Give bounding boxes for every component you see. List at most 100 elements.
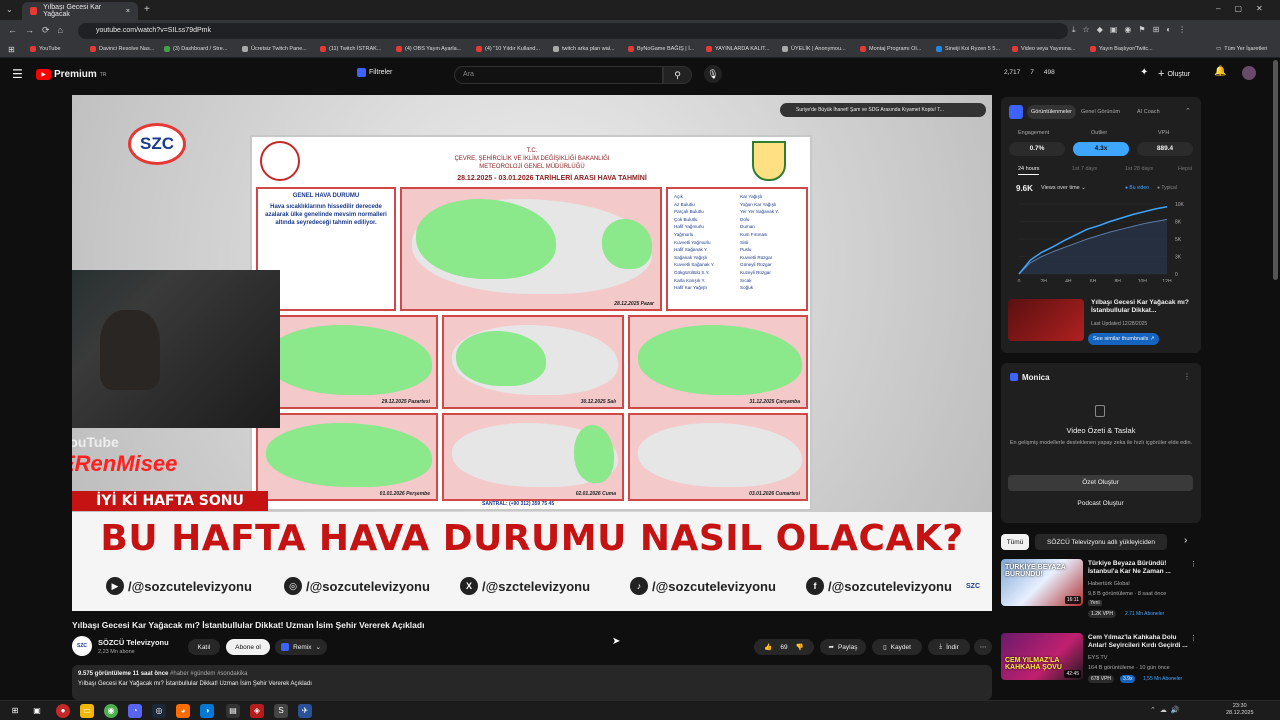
bookmark-item[interactable]: YAYINLARDA KALIT...	[706, 46, 770, 52]
podcast-button[interactable]: Podcast Oluştur	[1008, 496, 1193, 512]
like-dislike-group[interactable]: 👍 69 👎	[754, 639, 814, 655]
bookmark-icon: ▯	[883, 644, 887, 651]
chrome-icon[interactable]: ◉	[104, 704, 118, 718]
bookmark-item[interactable]: (11) Twitch İSTRAK...	[320, 46, 381, 52]
discord-icon[interactable]: ◔	[128, 704, 142, 718]
windows-start-icon[interactable]: ⊞	[8, 704, 22, 718]
share-button[interactable]: ➦ Paylaş	[820, 639, 866, 655]
dislike-icon[interactable]: 👎	[796, 643, 804, 651]
menu-icon[interactable]: ☰	[12, 67, 23, 81]
summary-button[interactable]: Özet Oluştur	[1008, 475, 1193, 491]
avatar[interactable]	[1242, 66, 1256, 80]
url-field[interactable]: youtube.com/watch?v=SILss79dPmk	[78, 23, 1068, 39]
bell-icon[interactable]: 🔔	[1214, 66, 1226, 77]
bookmark-item[interactable]: ÜYELİK | Anonymou...	[782, 46, 846, 52]
filters-button[interactable]: Filtreler	[357, 68, 392, 77]
edge-icon[interactable]: ◑	[200, 704, 214, 718]
range-7d[interactable]: 1st 7 days	[1072, 166, 1097, 172]
extension-icons[interactable]: ⤓☆◆▣◉⚑⊞◐⋮	[1072, 25, 1193, 35]
bookmark-item[interactable]: ByNoGame BAĞIŞ | İ...	[628, 46, 694, 52]
more-icon[interactable]: ⋮	[1183, 372, 1191, 381]
collapse-icon[interactable]: ⌃	[1185, 107, 1191, 115]
document-icon	[1095, 405, 1105, 417]
clock[interactable]: 23:30 28.12.2025	[1226, 703, 1254, 717]
bookmark-item[interactable]: Yayın Başlıyor/Twitc...	[1090, 46, 1153, 52]
new-tab-icon[interactable]: +	[144, 4, 150, 15]
join-button[interactable]: Katıl	[188, 639, 220, 655]
range-24h[interactable]: 24 hours	[1018, 166, 1040, 175]
bookmark-item[interactable]: (4) "10 Yıldır Kulland...	[476, 46, 540, 52]
taskview-icon[interactable]: ▣	[30, 704, 44, 718]
range-all[interactable]: Hepsi	[1178, 166, 1192, 172]
all-bookmarks[interactable]: ▭ Tüm Yer İşaretleri	[1216, 46, 1267, 52]
firefox-icon[interactable]: ◕	[176, 704, 190, 718]
extension-icon[interactable]: ✦	[1140, 67, 1148, 78]
map-precip-area	[266, 423, 432, 487]
tab-views[interactable]: Görüntülenmeler	[1027, 105, 1076, 119]
chart-dropdown[interactable]: Views over time ⌄	[1041, 185, 1086, 191]
steam-icon[interactable]: ◎	[152, 704, 166, 718]
page-scrollbar[interactable]	[1273, 60, 1278, 280]
search-input[interactable]: Ara	[454, 66, 663, 84]
bookmark-item[interactable]: Video veya Yayınına...	[1012, 46, 1075, 52]
channel-name[interactable]: SÖZCÜ Televizyonu	[98, 638, 169, 647]
save-button[interactable]: ▯ Kaydet	[872, 639, 922, 655]
similar-title[interactable]: Yılbaşı Gecesi Kar Yağacak mı? İstanbull…	[1091, 299, 1195, 315]
video-player[interactable]: SZC Suriye'de Büyük İhanet! Şam ve SDG A…	[72, 95, 992, 611]
subscribe-button[interactable]: Abone ol	[226, 639, 270, 655]
similar-thumbnail[interactable]	[1008, 299, 1084, 341]
y-tick-label: 0	[1175, 272, 1178, 278]
chevron-right-icon[interactable]: ›	[1184, 535, 1187, 546]
more-icon[interactable]: ⋮	[1190, 634, 1197, 642]
notice-pill[interactable]: Suriye'de Büyük İhanet! Şam ve SDG Arası…	[780, 103, 986, 117]
more-actions-button[interactable]: ⋯	[974, 639, 992, 655]
app-icon[interactable]: ✈	[298, 704, 312, 718]
mic-icon[interactable]: 🎙	[704, 65, 722, 83]
tab-ai-coach[interactable]: AI Coach	[1137, 105, 1160, 119]
rec-thumbnail[interactable]: TÜRKİYE BEYAZA BÜRÜNDÜ! 16:11	[1001, 559, 1083, 606]
editor-icon[interactable]: S	[274, 704, 288, 718]
rec-thumbnail[interactable]: CEM YILMAZ'LA KAHKAHA ŞOVU 42:45	[1001, 633, 1083, 680]
bookmark-item[interactable]: Davinci Resolve Nas...	[90, 46, 154, 52]
tab-list-icon[interactable]: ⌄	[6, 5, 13, 14]
explorer-icon[interactable]: ▭	[80, 704, 94, 718]
download-button[interactable]: ⤓ İndir	[928, 639, 970, 655]
rec-channel[interactable]: EYS TV	[1088, 655, 1107, 661]
similar-thumbnails-button[interactable]: See similar thumbnails ↗	[1088, 333, 1160, 345]
tab-overview[interactable]: Genel Görünüm	[1081, 105, 1120, 119]
browser-tab[interactable]: Yılbaşı Gecesi Kar Yağacak ×	[22, 2, 138, 20]
more-icon[interactable]: ⋮	[1190, 560, 1197, 568]
nav-buttons[interactable]: ←→⟳⌂	[8, 25, 71, 36]
bookmark-item[interactable]: (4) OBS Yayın Ayarla...	[396, 46, 461, 52]
chip-all[interactable]: Tümü	[1001, 534, 1029, 550]
obs-icon[interactable]: ●	[56, 704, 70, 718]
bookmark-item[interactable]: Montaj Programı Ol...	[860, 46, 921, 52]
app-icon[interactable]: ◈	[250, 704, 264, 718]
youtube-logo[interactable]: ▶ Premium TR	[36, 69, 106, 80]
create-button[interactable]: + Oluştur	[1158, 65, 1190, 83]
bookmark-label: twitch arka plan wal...	[562, 46, 615, 52]
window-controls[interactable]: –▢✕	[1216, 4, 1277, 13]
description-box[interactable]: 9.575 görüntüleme 11 saat önce #haber #g…	[72, 665, 992, 700]
bookmark-item[interactable]: Ücretsiz Twitch Pane...	[242, 46, 307, 52]
bookmark-item[interactable]: (3) Dashboard / Stre...	[164, 46, 227, 52]
bookmark-icon	[90, 46, 96, 52]
bookmark-item[interactable]: Sineiji Koi Ryzen 5 5...	[936, 46, 1000, 52]
like-icon[interactable]: 👍	[764, 643, 772, 651]
rec-channel[interactable]: Habertürk Global	[1088, 581, 1130, 587]
range-28d[interactable]: 1st 28 days	[1125, 166, 1153, 172]
new-badge: Yeni	[1088, 600, 1102, 606]
tray-icons[interactable]: ⌃☁🔊	[1150, 706, 1184, 714]
terminal-icon[interactable]: ▤	[226, 704, 240, 718]
rec-title[interactable]: Cem Yılmaz'la Kahkaha Dolu Anlar! Seyirc…	[1088, 634, 1188, 650]
apps-icon[interactable]: ⊞	[8, 45, 15, 54]
close-tab-icon[interactable]: ×	[126, 8, 130, 15]
bookmark-item[interactable]: twitch arka plan wal...	[553, 46, 615, 52]
rec-title[interactable]: Türkiye Beyaza Büründü! İstanbul'a Kar N…	[1088, 560, 1188, 576]
chip-uploader[interactable]: SÖZCÜ Televizyonu adlı yükleyiciden	[1035, 534, 1167, 550]
remix-button[interactable]: Remix ⌄	[275, 639, 327, 655]
search-button[interactable]: ⚲	[663, 66, 692, 84]
channel-avatar[interactable]: SZC	[72, 636, 92, 656]
bookmark-item[interactable]: YouTube	[30, 46, 61, 52]
hashtags[interactable]: #haber #gündem #sondakika	[170, 671, 247, 677]
